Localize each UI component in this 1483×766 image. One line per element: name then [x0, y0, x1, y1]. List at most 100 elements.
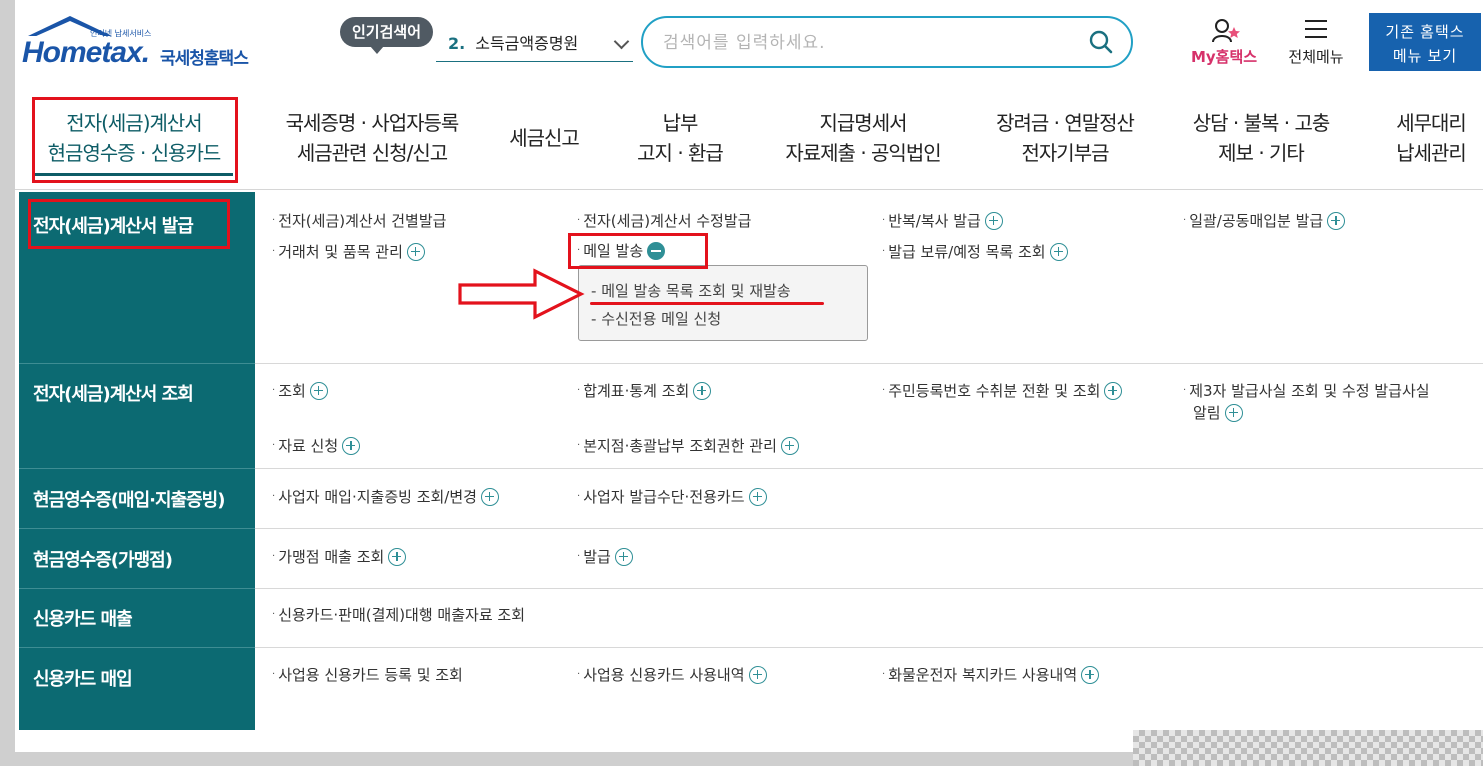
popular-term: 소득금액증명원: [475, 34, 579, 53]
link-store-sales-inquiry[interactable]: · 가맹점 매출 조회: [272, 546, 407, 567]
mega-menu-sidebar: 전자(세금)계산서 발급 전자(세금)계산서 조회 현금영수증(매입·지출증빙)…: [19, 192, 255, 730]
plus-icon[interactable]: [342, 436, 361, 455]
all-menu-button[interactable]: 전체메뉴: [1277, 16, 1355, 70]
hometax-window: 인터넷 납세서비스 Hometax. 국세청홈택스 인기검색어 2. 소득금액증명…: [15, 0, 1483, 752]
mega-menu: 전자(세금)계산서 발급 전자(세금)계산서 조회 현금영수증(매입·지출증빙)…: [19, 192, 1483, 730]
plus-icon[interactable]: [693, 381, 712, 400]
legacy-menu-button[interactable]: 기존 홈택스 메뉴 보기: [1369, 13, 1481, 71]
sidebar-item-e-invoice-inquiry[interactable]: 전자(세금)계산서 조회: [19, 380, 255, 406]
link-client-item-manage[interactable]: · 거래처 및 품목 관리: [272, 241, 425, 262]
link-third-party-notice[interactable]: 알림: [1193, 402, 1243, 423]
link-business-purchase-inquiry[interactable]: · 사업자 매입·지출증빙 조회/변경: [272, 486, 499, 507]
nav-tab-payment[interactable]: 납부 고지 · 환급: [625, 108, 735, 168]
link-business-card-register[interactable]: · 사업용 신용카드 등록 및 조회: [272, 664, 463, 685]
link-card-sales-inquiry[interactable]: · 신용카드·판매(결제)대행 매출자료 조회: [272, 604, 525, 625]
plus-icon[interactable]: [1081, 665, 1100, 684]
divider: [255, 468, 1483, 469]
nav-tab-payment-statement[interactable]: 지급명세서 자료제출 · 공익법인: [773, 108, 953, 168]
hamburger-icon: [1305, 20, 1327, 38]
nav-tab-line2: 자료제출 · 공익법인: [785, 141, 941, 165]
search-input[interactable]: [663, 28, 1063, 58]
highlight-box-sidebar: [28, 199, 230, 249]
popular-search-badge: 인기검색어: [340, 17, 434, 54]
link-third-party-issue[interactable]: · 제3자 발급사실 조회 및 수정 발급사실: [1183, 380, 1430, 401]
plus-icon[interactable]: [748, 487, 767, 506]
link-amend-issue[interactable]: · 전자(세금)계산서 수정발급: [577, 210, 751, 231]
search-box: [641, 16, 1133, 68]
plus-icon[interactable]: [984, 211, 1003, 230]
nav-tab-line1: 장려금 · 연말정산: [996, 111, 1135, 135]
link-bulk-issue[interactable]: · 일괄/공동매입분 발급: [1183, 210, 1346, 231]
plus-icon[interactable]: [1104, 381, 1123, 400]
chevron-down-icon: [613, 33, 630, 50]
right-arrow-icon: [458, 268, 585, 320]
logo-korean-name: 국세청홈택스: [160, 49, 249, 69]
nav-tab-line1: 세무대리: [1396, 111, 1467, 135]
link-business-card-usage[interactable]: · 사업용 신용카드 사용내역: [577, 664, 767, 685]
transparent-area: [1133, 730, 1483, 766]
plus-icon[interactable]: [748, 665, 767, 684]
link-data-request[interactable]: · 자료 신청: [272, 435, 361, 456]
nav-tab-line1: 납부: [662, 111, 699, 135]
divider: [19, 647, 255, 648]
link-branch-permission[interactable]: · 본지점·총괄납부 조회권한 관리: [577, 435, 799, 456]
plus-icon[interactable]: [1224, 403, 1243, 422]
link-summary-stats[interactable]: · 합계표·통계 조회: [577, 380, 712, 401]
divider: [255, 528, 1483, 529]
nav-tab-line1: 상담 · 불복 · 고충: [1192, 111, 1331, 135]
plus-icon[interactable]: [388, 547, 407, 566]
link-freight-card-usage[interactable]: · 화물운전자 복지카드 사용내역: [882, 664, 1100, 685]
nav-tab-line1: 국세증명 · 사업자등록: [285, 111, 460, 135]
divider: [19, 528, 255, 529]
highlight-box-mail-send: [568, 233, 708, 269]
link-repeat-copy-issue[interactable]: · 반복/복사 발급: [882, 210, 1003, 231]
link-store-issue[interactable]: · 발급: [577, 546, 633, 567]
divider: [19, 468, 255, 469]
sidebar-item-cash-receipt-purchase[interactable]: 현금영수증(매입·지출증빙): [19, 486, 255, 512]
divider: [255, 588, 1483, 589]
legacy-line1: 기존 홈택스: [1385, 23, 1465, 41]
plus-icon[interactable]: [406, 242, 425, 261]
search-icon[interactable]: [1089, 30, 1113, 54]
divider: [255, 363, 1483, 364]
popular-search-select[interactable]: 2. 소득금액증명원: [436, 26, 633, 62]
plus-icon[interactable]: [1327, 211, 1346, 230]
sidebar-item-card-purchase[interactable]: 신용카드 매입: [19, 665, 255, 691]
nav-tab-consulting[interactable]: 상담 · 불복 · 고충 제보 · 기타: [1181, 108, 1341, 168]
popular-rank: 2.: [448, 34, 466, 53]
my-hometax-label: My홈택스: [1190, 48, 1258, 66]
divider: [19, 588, 255, 589]
plus-icon[interactable]: [614, 547, 633, 566]
plus-icon[interactable]: [1049, 242, 1068, 261]
nav-tab-tax-filing[interactable]: 세금신고: [501, 123, 587, 153]
link-single-issue[interactable]: · 전자(세금)계산서 건별발급: [272, 210, 446, 231]
nav-tab-line2: 세금관련 신청/신고: [296, 141, 448, 165]
sub-link-receive-only-mail[interactable]: - 수신전용 메일 신청: [591, 308, 721, 329]
nav-tab-line2: 제보 · 기타: [1218, 141, 1305, 165]
link-pending-list[interactable]: · 발급 보류/예정 목록 조회: [882, 241, 1068, 262]
nav-tab-line2: 납세관리: [1396, 141, 1467, 165]
sub-link-mail-list-resend[interactable]: - 메일 발송 목록 조회 및 재발송: [591, 280, 791, 301]
nav-tab-line1: 지급명세서: [819, 111, 908, 135]
plus-icon[interactable]: [480, 487, 499, 506]
all-menu-label: 전체메뉴: [1288, 48, 1344, 66]
logo-wordmark: Hometax.: [22, 36, 150, 69]
link-inquiry[interactable]: · 조회: [272, 380, 328, 401]
nav-tab-line1: 세금신고: [509, 126, 580, 150]
plus-icon[interactable]: [780, 436, 799, 455]
link-issue-means-card[interactable]: · 사업자 발급수단·전용카드: [577, 486, 767, 507]
my-hometax-button[interactable]: My홈택스: [1183, 16, 1265, 70]
nav-tab-tax-agent[interactable]: 세무대리 납세관리: [1381, 108, 1481, 168]
hometax-logo[interactable]: 인터넷 납세서비스 Hometax. 국세청홈택스: [20, 14, 270, 70]
nav-tab-incentive[interactable]: 장려금 · 연말정산 전자기부금: [985, 108, 1145, 168]
link-resident-number-convert[interactable]: · 주민등록번호 수취분 전환 및 조회: [882, 380, 1123, 401]
highlight-underline: [590, 302, 824, 305]
sidebar-item-cash-receipt-store[interactable]: 현금영수증(가맹점): [19, 546, 255, 572]
plus-icon[interactable]: [309, 381, 328, 400]
sidebar-item-card-sales[interactable]: 신용카드 매출: [19, 605, 255, 631]
nav-tab-certificates[interactable]: 국세증명 · 사업자등록 세금관련 신청/신고: [267, 108, 477, 168]
nav-tab-line2: 고지 · 환급: [637, 141, 724, 165]
nav-tab-line2: 전자기부금: [1021, 141, 1110, 165]
highlight-box-nav-tab: [32, 97, 238, 183]
legacy-line2: 메뉴 보기: [1392, 47, 1458, 65]
